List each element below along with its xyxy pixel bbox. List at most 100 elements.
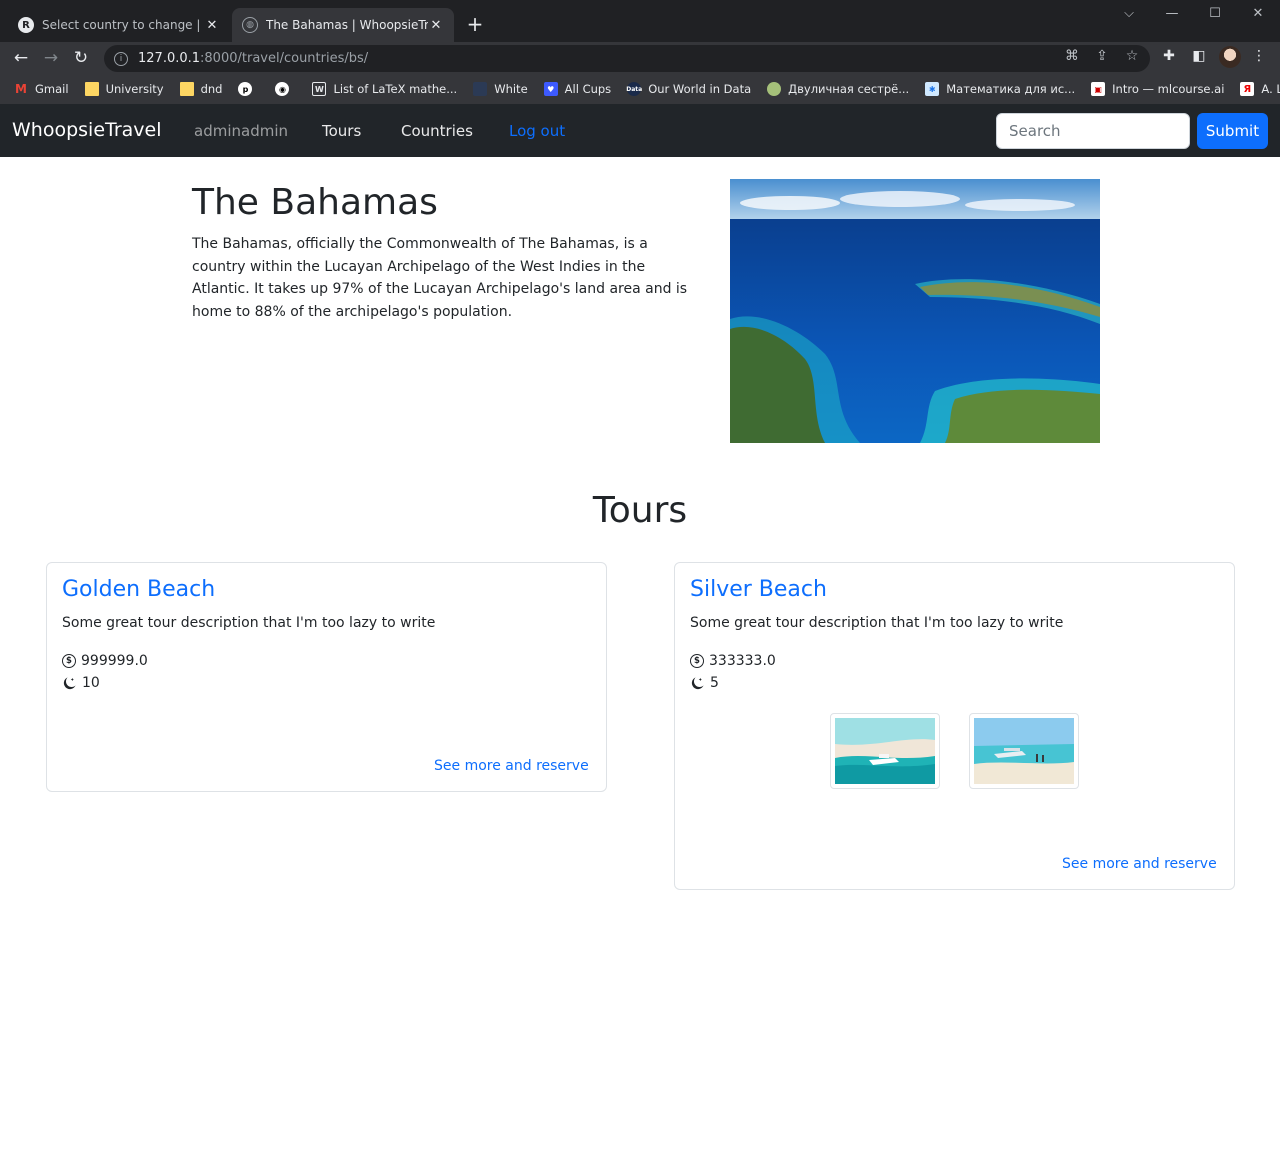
bookmark-white[interactable]: White xyxy=(473,82,528,96)
circle-icon xyxy=(767,82,782,96)
tour-description: Some great tour description that I'm too… xyxy=(690,615,1064,631)
square-icon xyxy=(473,82,488,96)
yandex-icon: Я xyxy=(1240,82,1255,96)
search-input[interactable] xyxy=(996,113,1190,149)
search-submit-button[interactable]: Submit xyxy=(1197,113,1268,149)
tour-nights: 5 xyxy=(690,675,719,691)
nav-username[interactable]: adminadmin xyxy=(194,122,288,140)
bookmark-label: Математика для ис... xyxy=(946,82,1076,96)
bookmark-owid[interactable]: Data Our World in Data xyxy=(626,82,752,96)
tour-card: Silver Beach Some great tour description… xyxy=(674,562,1235,890)
moon-stars-icon xyxy=(691,676,704,689)
reload-icon[interactable]: ↻ xyxy=(69,46,93,70)
coin-icon: $ xyxy=(62,654,76,668)
window-close-icon[interactable]: ✕ xyxy=(1243,6,1273,21)
country-photo xyxy=(730,179,1100,443)
tours-heading: Tours xyxy=(592,490,688,531)
bookmark-gmail[interactable]: M Gmail xyxy=(14,82,69,96)
snowflake-icon: ✱ xyxy=(925,82,940,96)
bookmark-latex[interactable]: W List of LaTeX mathe... xyxy=(312,82,457,96)
bookmark-sister[interactable]: Двуличная сестрё... xyxy=(767,82,909,96)
bookmark-label: List of LaTeX mathe... xyxy=(333,82,458,96)
mlcourse-icon: ▣ xyxy=(1091,82,1106,96)
nav-countries[interactable]: Countries xyxy=(401,122,473,140)
tour-title-link[interactable]: Silver Beach xyxy=(690,577,827,602)
globe-favicon-icon: ◍ xyxy=(242,17,258,33)
browser-chrome: R Select country to change | Django site… xyxy=(0,0,1280,104)
tab-title: Select country to change | Django site a… xyxy=(42,18,204,32)
maximize-icon[interactable]: ☐ xyxy=(1200,6,1230,21)
see-more-link[interactable]: See more and reserve xyxy=(434,758,589,774)
bookmark-all-cups[interactable]: ♥ All Cups xyxy=(543,82,612,96)
bookmark-mlcourse[interactable]: ▣ Intro — mlcourse.ai xyxy=(1091,82,1224,96)
tour-photo-thumbnail[interactable] xyxy=(969,713,1079,789)
shield-icon: ♥ xyxy=(543,82,558,96)
back-icon[interactable]: ← xyxy=(9,46,33,70)
url-host: 127.0.0.1 xyxy=(138,51,201,66)
bookmark-label: All Cups xyxy=(564,82,612,96)
bookmark-dnd[interactable]: dnd xyxy=(179,82,223,96)
side-panel-icon[interactable]: ◧ xyxy=(1188,48,1210,64)
tour-card: Golden Beach Some great tour description… xyxy=(46,562,607,792)
bookmark-label: Gmail xyxy=(35,82,69,96)
tab-search-icon[interactable]: ⌵ xyxy=(1114,6,1144,21)
bookmark-yandex[interactable]: Я A. Like prediction... xyxy=(1240,82,1280,96)
latex-icon: W xyxy=(312,82,327,96)
site-navbar: WhoopsieTravel adminadmin Tours Countrie… xyxy=(0,104,1280,157)
nav-tours[interactable]: Tours xyxy=(322,122,361,140)
bookmarks-bar: M Gmail University dnd p ◉ W List of LaT… xyxy=(0,74,1280,104)
bookmark-label: White xyxy=(494,82,528,96)
tour-nights-value: 5 xyxy=(710,675,719,691)
folder-icon xyxy=(84,82,99,96)
tab-bahamas[interactable]: ◍ The Bahamas | WhoopsieTravel ✕ xyxy=(232,8,454,42)
site-info-icon[interactable]: i xyxy=(114,51,128,66)
data-icon: Data xyxy=(626,82,642,96)
github-icon: ◉ xyxy=(275,82,290,96)
bookmark-university[interactable]: University xyxy=(84,82,164,96)
profile-avatar[interactable] xyxy=(1219,46,1241,68)
folder-icon xyxy=(179,82,194,96)
bookmark-label: A. Like prediction... xyxy=(1261,82,1280,96)
browser-toolbar: ← → ↻ i 127.0.0.1:8000/travel/countries/… xyxy=(0,42,1280,74)
tab-close-icon[interactable]: ✕ xyxy=(204,18,220,33)
tab-strip: R Select country to change | Django site… xyxy=(0,0,1280,42)
tour-price-value: 999999.0 xyxy=(81,653,148,669)
tour-price: $ 333333.0 xyxy=(690,653,776,669)
bookmark-label: Двуличная сестрё... xyxy=(788,82,910,96)
translate-icon[interactable]: ⌘ xyxy=(1062,48,1082,64)
bookmark-label: Intro — mlcourse.ai xyxy=(1112,82,1225,96)
extensions-icon[interactable]: ✚ xyxy=(1158,48,1180,64)
bookmark-github[interactable]: ◉ xyxy=(275,82,296,96)
url-path: :8000/travel/countries/bs/ xyxy=(200,51,369,66)
tour-nights-value: 10 xyxy=(82,675,100,691)
tour-price-value: 333333.0 xyxy=(709,653,776,669)
tab-close-icon[interactable]: ✕ xyxy=(428,18,444,33)
see-more-link[interactable]: See more and reserve xyxy=(1062,856,1217,872)
tour-nights: 10 xyxy=(62,675,100,691)
new-tab-icon[interactable]: + xyxy=(462,12,488,36)
moon-stars-icon xyxy=(63,676,76,689)
forward-icon[interactable]: → xyxy=(39,46,63,70)
bookmark-label: dnd xyxy=(200,82,223,96)
gmail-icon: M xyxy=(15,82,27,96)
p-icon: p xyxy=(238,82,253,96)
bookmark-math[interactable]: ✱ Математика для ис... xyxy=(925,82,1075,96)
tour-description: Some great tour description that I'm too… xyxy=(62,615,436,631)
minimize-icon[interactable]: — xyxy=(1157,6,1187,21)
coin-icon: $ xyxy=(690,654,704,668)
bookmark-p[interactable]: p xyxy=(238,82,259,96)
brand-link[interactable]: WhoopsieTravel xyxy=(12,119,162,141)
tour-photo-thumbnail[interactable] xyxy=(830,713,940,789)
nav-logout[interactable]: Log out xyxy=(509,122,565,140)
bookmark-star-icon[interactable]: ☆ xyxy=(1122,48,1142,64)
django-favicon-icon: R xyxy=(18,17,34,33)
tab-django-admin[interactable]: R Select country to change | Django site… xyxy=(8,8,230,42)
country-title: The Bahamas xyxy=(192,182,438,223)
bookmark-label: Our World in Data xyxy=(648,82,752,96)
browser-menu-icon[interactable]: ⋮ xyxy=(1248,48,1270,64)
share-icon[interactable]: ⇪ xyxy=(1092,48,1112,64)
tour-title-link[interactable]: Golden Beach xyxy=(62,577,215,602)
tour-price: $ 999999.0 xyxy=(62,653,148,669)
address-bar[interactable]: i 127.0.0.1:8000/travel/countries/bs/ xyxy=(104,45,1150,72)
tab-title: The Bahamas | WhoopsieTravel xyxy=(266,18,428,32)
